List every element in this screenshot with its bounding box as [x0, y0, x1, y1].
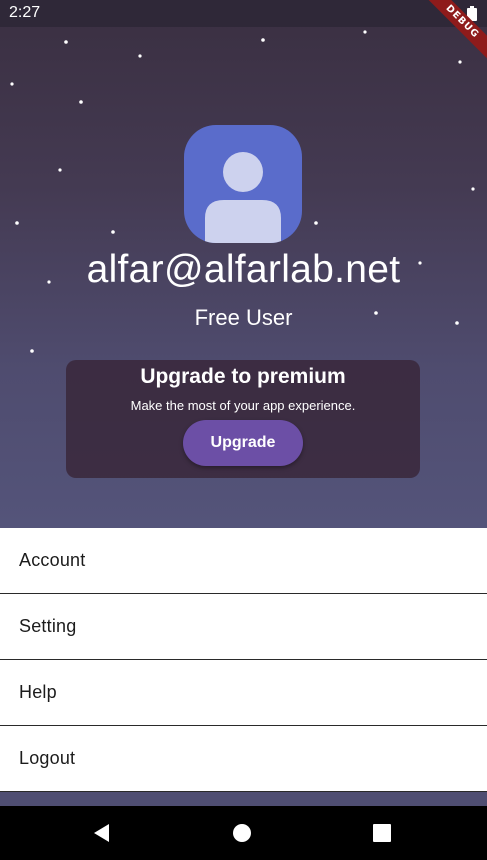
debug-banner: DEBUG: [407, 0, 487, 80]
user-email: alfar@alfarlab.net: [86, 248, 401, 291]
menu-item-label: Help: [19, 682, 57, 702]
system-nav-bar: [0, 806, 487, 860]
menu-item-label: Setting: [19, 616, 77, 636]
back-triangle-icon: [94, 824, 109, 842]
menu-item-setting[interactable]: Setting: [0, 594, 487, 660]
app-screen: alfar@alfarlab.net Free User Upgrade to …: [0, 0, 487, 860]
debug-banner-label: DEBUG: [417, 0, 487, 67]
menu-item-help[interactable]: Help: [0, 660, 487, 726]
home-circle-icon: [233, 824, 251, 842]
user-type-label: Free User: [194, 305, 293, 330]
promo-subtitle: Make the most of your app experience.: [130, 398, 356, 413]
menu-item-account[interactable]: Account: [0, 528, 487, 594]
upgrade-promo-card: Upgrade to premium Make the most of your…: [66, 360, 420, 478]
recents-square-icon: [373, 824, 391, 842]
menu-item-label: Account: [19, 550, 86, 570]
recents-button[interactable]: [352, 806, 412, 860]
settings-menu: Account Setting Help Logout: [0, 528, 487, 792]
promo-title: Upgrade to premium: [140, 365, 346, 388]
home-button[interactable]: [212, 806, 272, 860]
person-icon: [205, 152, 281, 243]
back-button[interactable]: [72, 806, 132, 860]
menu-item-logout[interactable]: Logout: [0, 726, 487, 792]
avatar[interactable]: [184, 125, 302, 243]
status-time: 2:27: [9, 4, 41, 21]
upgrade-button[interactable]: Upgrade: [183, 420, 303, 466]
menu-item-label: Logout: [19, 748, 76, 768]
